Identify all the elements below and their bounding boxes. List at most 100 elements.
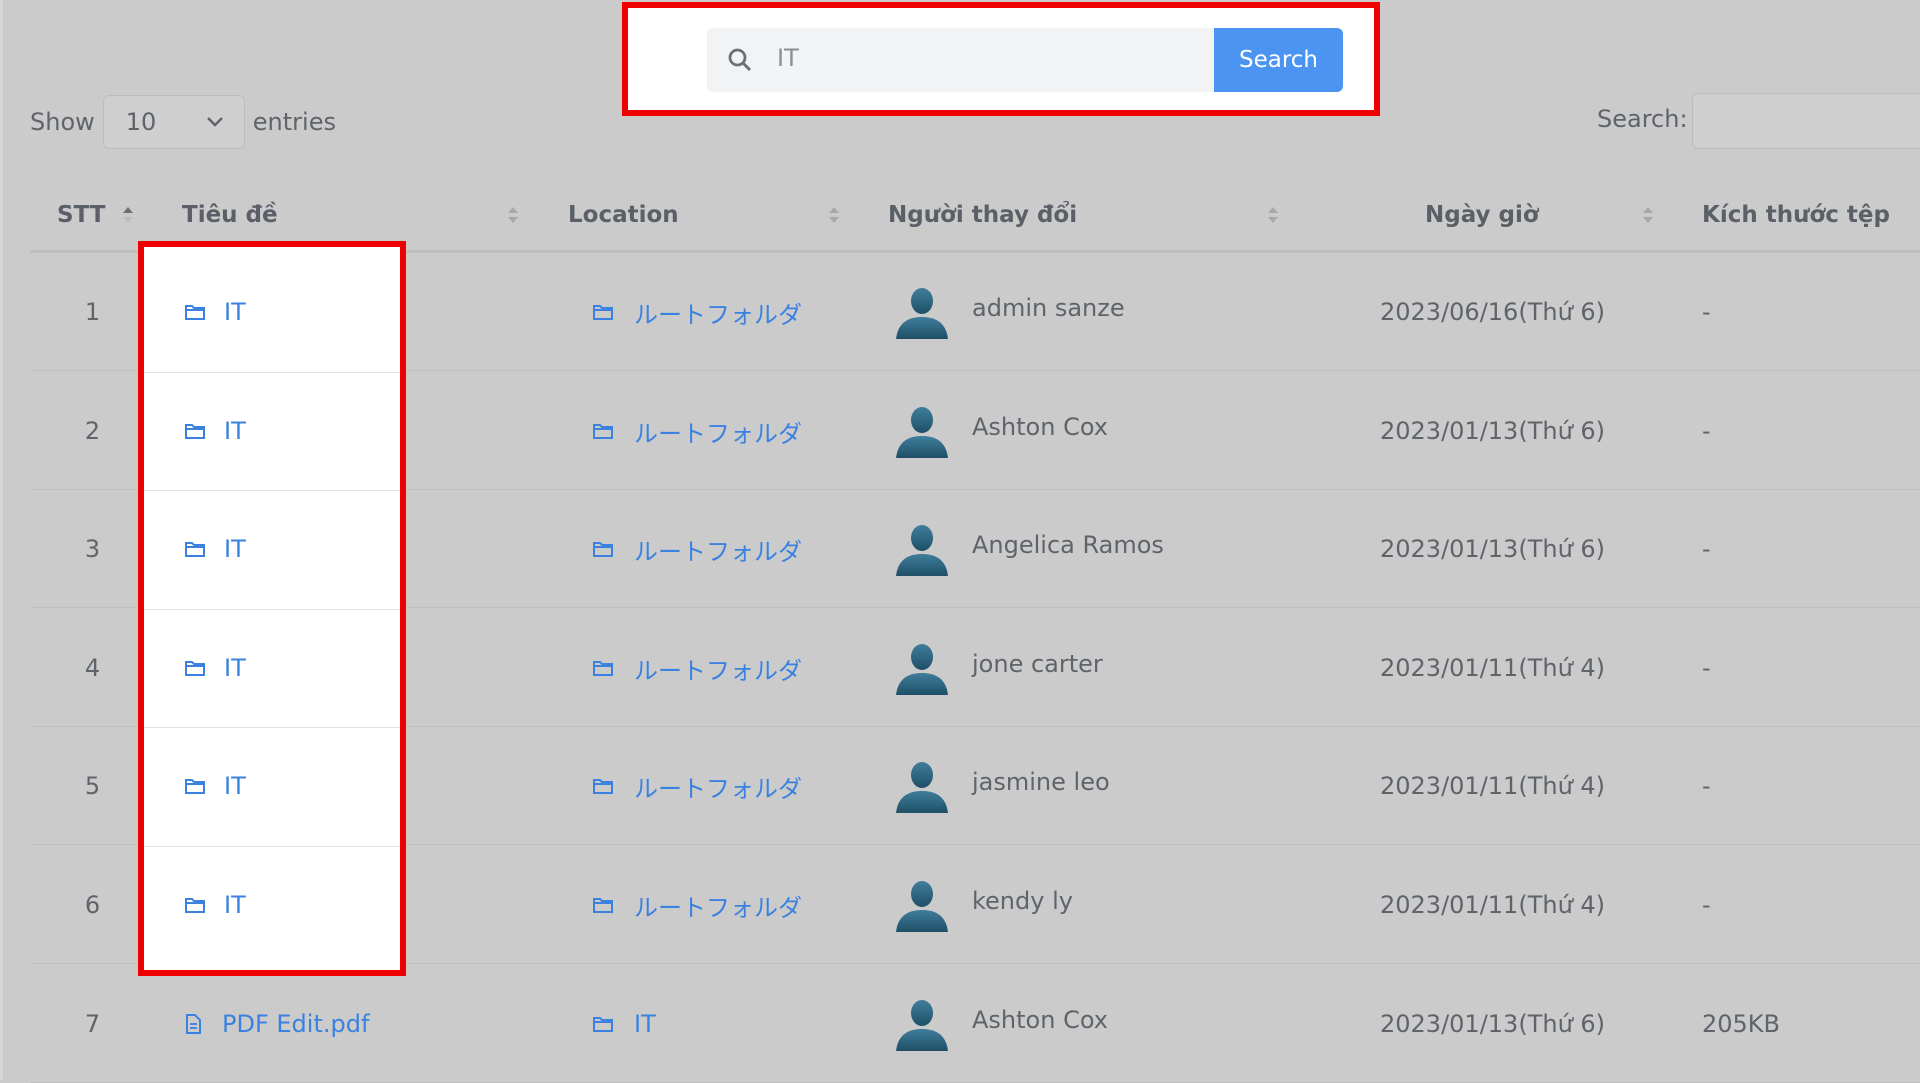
highlighted-title-link[interactable]: IT [184,609,246,727]
folder-icon [185,542,205,557]
sort-asc-icon[interactable] [120,203,136,227]
highlighted-title-text[interactable]: IT [224,298,246,326]
row-location-link[interactable]: ルートフォルダ [592,372,802,490]
row-user: Ashton Cox [892,965,1108,1083]
avatar-icon [896,525,948,576]
show-label: Show [30,108,95,136]
row-stt: 7 [84,1010,101,1038]
sort-icon[interactable] [1265,203,1281,227]
row-location-text[interactable]: ルートフォルダ [634,295,802,330]
highlighted-title-link[interactable]: IT [184,490,246,608]
row-location-link[interactable]: ルートフォルダ [592,727,802,845]
row-size: - [1702,298,1711,326]
entries-select[interactable]: 10 [102,95,245,149]
highlighted-title-text[interactable]: IT [224,535,246,563]
row-location-link[interactable]: ルートフォルダ [592,846,802,964]
row-date: 2023/01/11(Thứ 4) [1380,772,1606,800]
avatar-icon [896,762,948,813]
highlighted-title-link[interactable]: IT [184,727,246,845]
folder-icon [185,661,205,676]
column-header-title[interactable]: Tiêu đề [182,180,278,250]
row-location-text[interactable]: ルートフォルダ [634,532,802,567]
row-stt: 5 [84,772,101,800]
folder-icon [593,1017,613,1032]
row-user: jone carter [892,609,1103,727]
folder-icon [185,898,205,913]
highlight-divider [144,846,400,847]
sort-icon[interactable] [826,203,842,227]
highlighted-title-link[interactable]: IT [184,846,246,964]
row-stt: 6 [84,891,101,919]
column-header-location[interactable]: Location [568,180,679,250]
column-header-stt[interactable]: STT [57,180,105,250]
row-title-link[interactable]: PDF Edit.pdf [182,965,369,1083]
row-user: kendy ly [892,846,1073,964]
row-location-text[interactable]: ルートフォルダ [634,414,802,449]
row-location-text[interactable]: IT [634,1010,656,1038]
row-location-text[interactable]: ルートフォルダ [634,651,802,686]
row-date: 2023/01/11(Thứ 4) [1380,891,1606,919]
highlight-divider [144,372,400,373]
highlighted-title-text[interactable]: IT [224,772,246,800]
folder-icon [593,661,613,676]
avatar-icon [896,407,948,458]
avatar-icon [896,1000,948,1051]
folder-icon [593,424,613,439]
page-edge [0,0,3,1080]
row-user: jasmine leo [892,727,1110,845]
search-icon [728,48,752,72]
row-stt: 1 [84,298,101,326]
column-header-filesize[interactable]: Kích thước tệp [1702,180,1890,250]
row-location-text[interactable]: ルートフォルダ [634,888,802,923]
row-size: - [1702,417,1711,445]
row-size: - [1702,891,1711,919]
row-date: 2023/01/13(Thứ 6) [1380,1010,1606,1038]
folder-icon [593,779,613,794]
row-user-name: Ashton Cox [972,1006,1108,1034]
table-search-input[interactable] [1692,93,1920,149]
row-user-name: jasmine leo [972,768,1110,796]
sort-icon[interactable] [505,203,521,227]
row-location-link[interactable]: ルートフォルダ [592,253,802,371]
row-size: - [1702,654,1711,682]
highlighted-title-text[interactable]: IT [224,654,246,682]
highlighted-title-link[interactable]: IT [184,253,246,371]
highlighted-title-link[interactable]: IT [184,372,246,490]
row-user: admin sanze [892,253,1125,371]
row-user-name: jone carter [972,650,1103,678]
folder-icon [185,779,205,794]
column-header-datetime[interactable]: Ngày giờ [1425,180,1539,250]
row-size: - [1702,772,1711,800]
row-location-link[interactable]: IT [592,965,656,1083]
search-button[interactable]: Search [1214,28,1343,92]
row-user: Angelica Ramos [892,490,1164,608]
row-user-name: Ashton Cox [972,413,1108,441]
avatar-icon [896,288,948,339]
row-date: 2023/01/13(Thứ 6) [1380,417,1606,445]
folder-icon [593,542,613,557]
search-input-value[interactable]: IT [777,44,799,72]
avatar-icon [896,881,948,932]
table-header: STT Tiêu đề Location Người thay đổi Ngày… [30,180,1920,250]
table-row[interactable]: 7 PDF Edit.pdf IT Ashton Cox 2023/01/13(Thứ … [30,965,1920,1083]
row-size: 205KB [1702,1010,1781,1038]
highlight-divider [144,727,400,728]
row-location-link[interactable]: ルートフォルダ [592,609,802,727]
folder-icon [593,898,613,913]
show-entries: Show 10 entries [30,95,336,149]
row-location-link[interactable]: ルートフォルダ [592,490,802,608]
highlighted-title-text[interactable]: IT [224,417,246,445]
row-title-text[interactable]: PDF Edit.pdf [222,1010,369,1038]
search-box[interactable]: IT [707,28,1214,92]
highlighted-title-text[interactable]: IT [224,891,246,919]
row-location-text[interactable]: ルートフォルダ [634,769,802,804]
folder-icon [593,305,613,320]
column-header-modifier[interactable]: Người thay đổi [888,180,1077,250]
file-icon [186,1014,201,1034]
highlight-divider [144,490,400,491]
avatar-icon [896,644,948,695]
folder-icon [185,305,205,320]
chevron-down-icon [206,117,223,127]
row-user-name: kendy ly [972,887,1073,915]
sort-icon[interactable] [1640,203,1656,227]
